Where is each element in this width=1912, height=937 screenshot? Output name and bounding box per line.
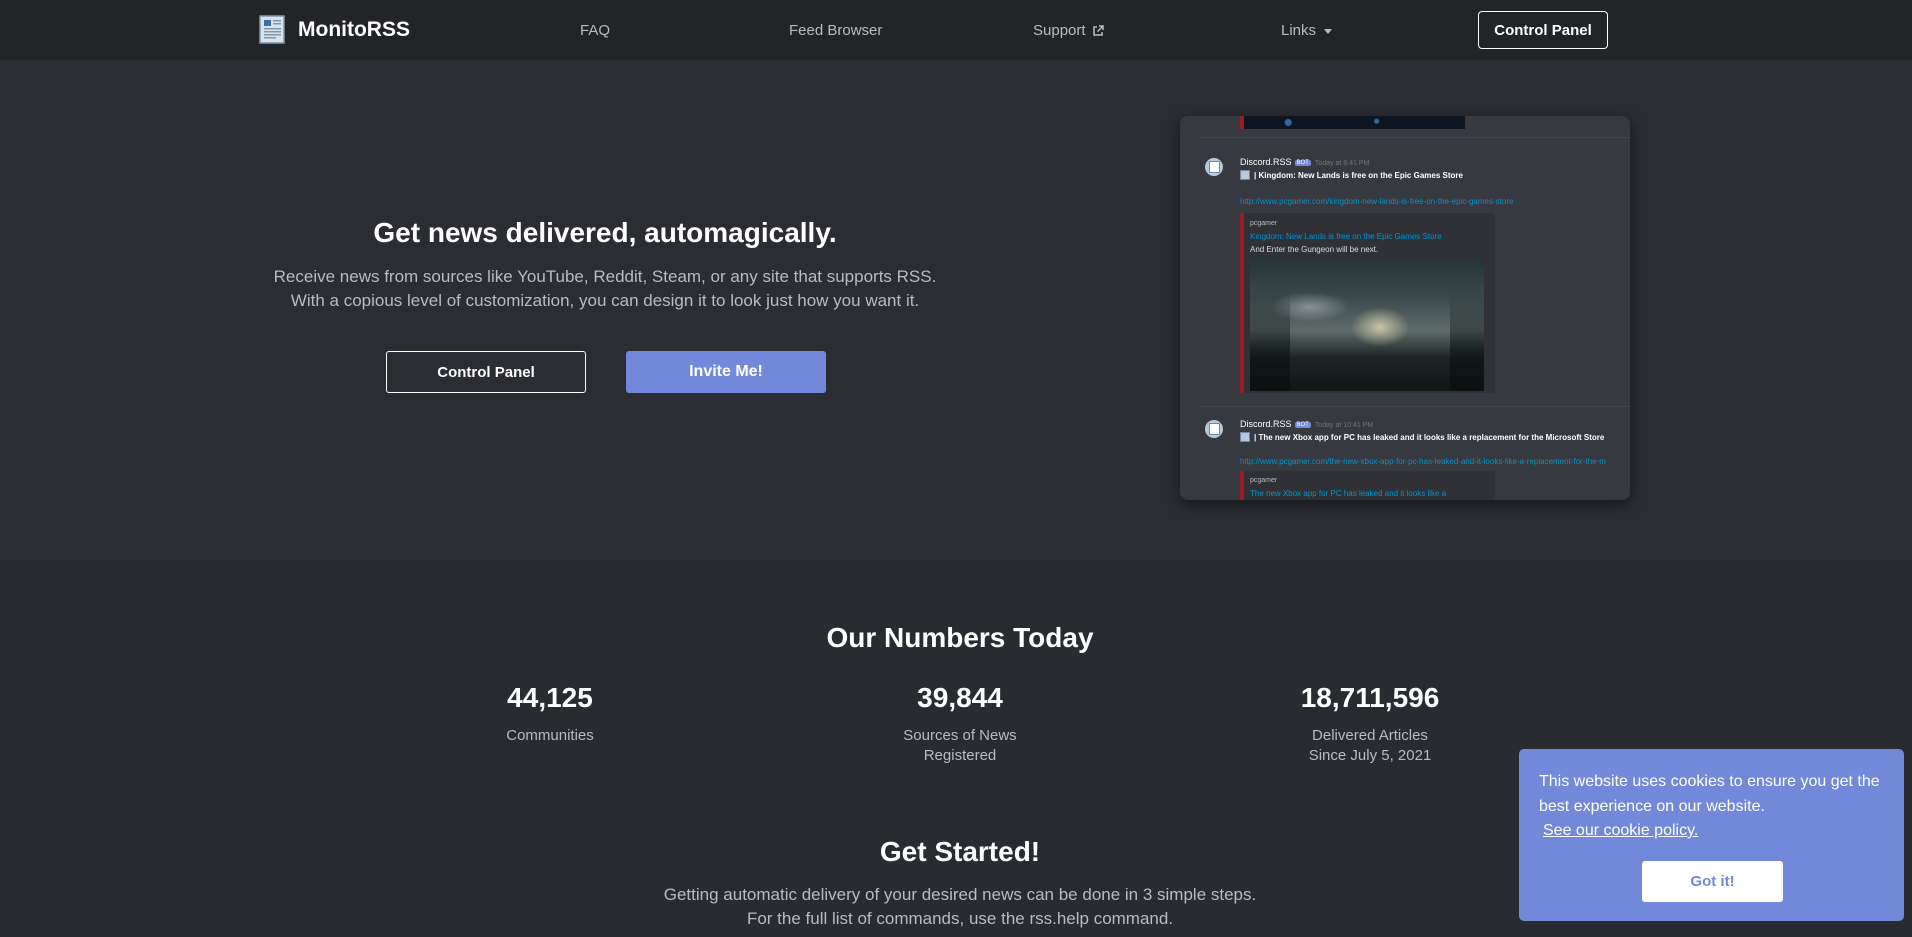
hero-control-panel-button[interactable]: Control Panel: [386, 351, 586, 393]
embed-site: pcgamer: [1250, 220, 1278, 227]
stat-value: 39,844: [917, 682, 1003, 713]
message-header: Discord.RSS BOT Today at 10:41 PM: [1240, 419, 1373, 429]
newspaper-icon: [1240, 432, 1250, 442]
stat-label: Communities: [400, 726, 700, 746]
embed-site: pcgamer: [1250, 477, 1278, 484]
nav-faq-link[interactable]: FAQ: [580, 21, 610, 41]
message-divider: [1200, 406, 1630, 407]
nav-control-panel-button[interactable]: Control Panel: [1478, 11, 1608, 49]
numbers-title: Our Numbers Today: [826, 622, 1094, 653]
cookie-message: This website uses cookies to ensure you …: [1539, 773, 1880, 815]
cookie-banner: This website uses cookies to ensure you …: [1519, 749, 1904, 921]
message-divider: [1200, 137, 1630, 138]
bot-avatar: [1205, 158, 1223, 176]
newspaper-icon: [259, 15, 285, 44]
stat-communities: 44,125 Communities: [400, 682, 700, 746]
message-link-line: http://www.pcgamer.com/kingdom-new-lands…: [1240, 196, 1513, 206]
message-link-line: http://www.pcgamer.com/the-new-xbox-app-…: [1240, 456, 1606, 466]
stat-sources: 39,844 Sources of News Registered: [810, 682, 1110, 766]
message-time: Today at 8:41 PM: [1314, 160, 1370, 167]
bot-badge: BOT: [1294, 422, 1311, 428]
message-link[interactable]: http://www.pcgamer.com/kingdom-new-lands…: [1240, 197, 1513, 206]
caret-down-icon: [1324, 28, 1333, 34]
embed-title[interactable]: The new Xbox app for PC has leaked and i…: [1250, 489, 1446, 498]
cookie-policy-link[interactable]: See our cookie policy.: [1543, 822, 1884, 840]
nav-support-label: Support: [1033, 22, 1086, 39]
message-embed: pcgamer Kingdom: New Lands is free on th…: [1240, 213, 1495, 393]
message-title-text: The new Xbox app for PC has leaked and i…: [1258, 433, 1605, 442]
invite-button[interactable]: Invite Me!: [626, 351, 826, 393]
external-link-icon: [1092, 25, 1104, 36]
brand-link[interactable]: MonitoRSS: [259, 14, 410, 46]
nav-links-label: Links: [1281, 22, 1317, 39]
message-time: Today at 10:41 PM: [1314, 422, 1374, 429]
message-title: | The new Xbox app for PC has leaked and…: [1254, 433, 1605, 442]
stat-label: Delivered Articles Since July 5, 2021: [1220, 726, 1520, 766]
embed-image: [1250, 257, 1484, 391]
message-embed: pcgamer The new Xbox app for PC has leak…: [1240, 471, 1495, 500]
navbar: MonitoRSS FAQ Feed Browser Support Links…: [0, 0, 1912, 60]
hero-desc-line: Receive news from sources like YouTube, …: [273, 267, 937, 286]
embed-title[interactable]: Kingdom: New Lands is free on the Epic G…: [1250, 232, 1442, 241]
bot-avatar: [1205, 420, 1223, 438]
hero-title: Get news delivered, automagically.: [373, 217, 837, 248]
embed-description: And Enter the Gungeon will be next.: [1250, 245, 1379, 254]
discord-preview: Discord.RSS BOT Today at 8:41 PM | Kingdom…: [1180, 116, 1630, 500]
cookie-accept-button[interactable]: Got it!: [1642, 861, 1783, 902]
stat-label-line: Registered: [923, 747, 997, 764]
embed-image-top: [1240, 116, 1465, 129]
message-header: Discord.RSS BOT Today at 8:41 PM: [1240, 157, 1369, 167]
author-name: Discord.RSS: [1240, 157, 1292, 167]
newspaper-icon: [1240, 170, 1250, 180]
stat-articles: 18,711,596 Delivered Articles Since July…: [1220, 682, 1520, 766]
message-title: | Kingdom: New Lands is free on the Epic…: [1254, 171, 1463, 180]
stat-label-line: Delivered Articles: [1312, 727, 1428, 744]
stat-value: 44,125: [507, 682, 593, 713]
message-title-line: | Kingdom: New Lands is free on the Epic…: [1240, 170, 1463, 180]
stat-label: Sources of News Registered: [810, 726, 1110, 766]
message-title-text: Kingdom: New Lands is free on the Epic G…: [1258, 171, 1463, 180]
hero-description: Receive news from sources like YouTube, …: [260, 265, 950, 313]
message-link[interactable]: http://www.pcgamer.com/the-new-xbox-app-…: [1240, 457, 1606, 466]
message-title-line: | The new Xbox app for PC has leaked and…: [1240, 432, 1604, 442]
author-name: Discord.RSS: [1240, 419, 1292, 429]
stat-label-line: Communities: [506, 727, 594, 744]
bot-badge: BOT: [1294, 160, 1311, 166]
stat-value: 18,711,596: [1300, 682, 1440, 713]
nav-support-link[interactable]: Support: [1033, 21, 1104, 41]
brand-name: MonitoRSS: [298, 18, 410, 41]
hero-section: Get news delivered, automagically. Recei…: [0, 60, 1912, 560]
stat-label-line: Since July 5, 2021: [1308, 747, 1432, 764]
hero-desc-line: With a copious level of customization, y…: [290, 291, 920, 310]
nav-feed-browser-link[interactable]: Feed Browser: [789, 21, 882, 41]
nav-links-dropdown[interactable]: Links: [1281, 21, 1333, 41]
stat-label-line: Sources of News: [903, 727, 1017, 744]
